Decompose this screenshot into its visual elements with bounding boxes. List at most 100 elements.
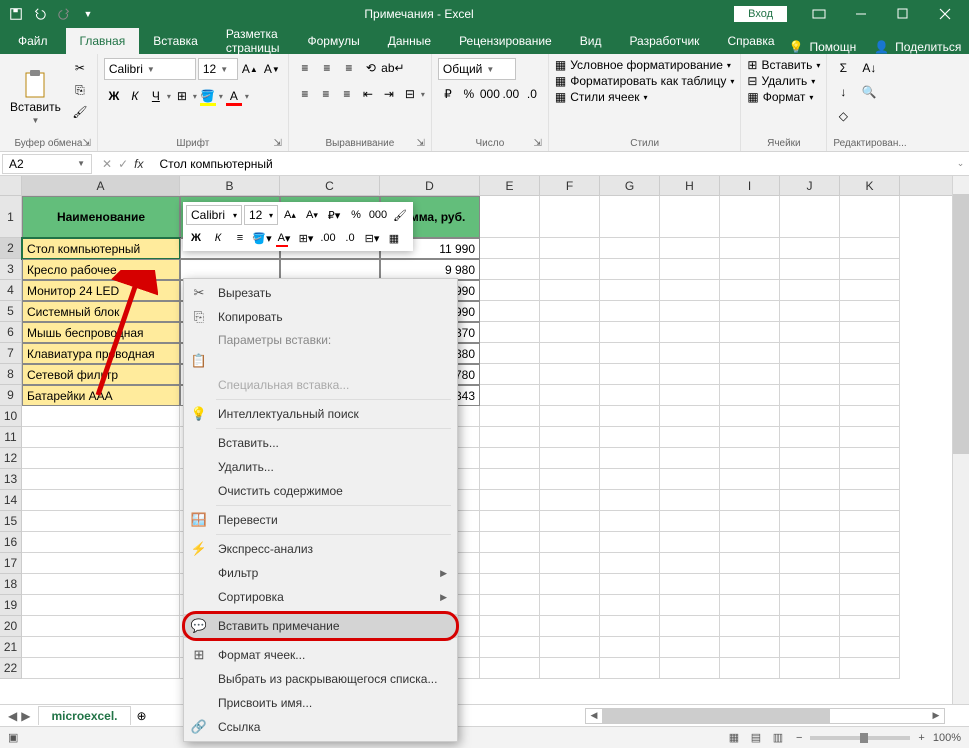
tab-view[interactable]: Вид (566, 28, 616, 54)
accept-formula-icon[interactable]: ✓ (118, 157, 128, 171)
cell[interactable] (660, 196, 720, 238)
col-header-g[interactable]: G (600, 176, 660, 195)
cell[interactable] (720, 196, 780, 238)
ctx-define-name[interactable]: Присвоить имя... (184, 691, 457, 715)
ribbon-options-icon[interactable] (799, 0, 839, 28)
mini-merge-icon[interactable]: ⊟▾ (362, 228, 382, 248)
cell[interactable] (660, 259, 720, 280)
record-macro-icon[interactable]: ▣ (8, 731, 18, 744)
number-launcher[interactable]: ⇲ (534, 138, 542, 149)
row-header[interactable]: 1 (0, 196, 22, 238)
share-button[interactable]: Поделиться (895, 40, 961, 54)
ctx-quick-analysis[interactable]: ⚡Экспресс-анализ (184, 537, 457, 561)
cell[interactable] (480, 511, 540, 532)
cell[interactable] (22, 553, 180, 574)
mini-font-color-icon[interactable]: A▾ (274, 228, 294, 248)
cell[interactable] (480, 259, 540, 280)
cell[interactable] (600, 574, 660, 595)
cell[interactable] (660, 616, 720, 637)
cell[interactable] (480, 637, 540, 658)
expand-formula-bar-icon[interactable]: ⌄ (952, 158, 969, 169)
cell[interactable] (540, 448, 600, 469)
cell[interactable] (840, 364, 900, 385)
cell[interactable] (660, 469, 720, 490)
cell[interactable] (720, 238, 780, 259)
cell[interactable] (720, 616, 780, 637)
cell[interactable] (840, 301, 900, 322)
cell[interactable] (720, 637, 780, 658)
mini-format-painter-icon[interactable]: 🖌 (390, 205, 410, 225)
cell[interactable] (600, 616, 660, 637)
cut-icon[interactable]: ✂ (69, 58, 91, 78)
cell[interactable] (22, 406, 180, 427)
cell[interactable] (780, 658, 840, 679)
cell[interactable] (600, 343, 660, 364)
accounting-icon[interactable]: ₽ (438, 84, 458, 104)
mini-accounting-icon[interactable]: ₽▾ (324, 205, 344, 225)
col-header-e[interactable]: E (480, 176, 540, 195)
cell[interactable] (780, 427, 840, 448)
ctx-delete[interactable]: Удалить... (184, 455, 457, 479)
font-size-combo[interactable]: 12▼ (198, 58, 238, 80)
mini-cond-format-icon[interactable]: ▦ (384, 228, 404, 248)
cell[interactable]: Наименование (22, 196, 180, 238)
row-header[interactable]: 14 (0, 490, 22, 511)
ctx-cut[interactable]: ✂Вырезать (184, 281, 457, 305)
underline-button[interactable]: Ч (146, 86, 166, 106)
row-header[interactable]: 13 (0, 469, 22, 490)
mini-dec-decimal-icon[interactable]: .0 (340, 228, 360, 248)
tab-help[interactable]: Справка (713, 28, 788, 54)
bold-button[interactable]: Ж (104, 86, 124, 106)
cell[interactable] (780, 406, 840, 427)
formula-input[interactable]: Стол компьютерный (153, 157, 952, 171)
row-header[interactable]: 17 (0, 553, 22, 574)
col-header-i[interactable]: I (720, 176, 780, 195)
row-header[interactable]: 12 (0, 448, 22, 469)
cell[interactable] (600, 280, 660, 301)
cell-styles-button[interactable]: ▦Стили ячеек▾ (555, 90, 735, 104)
cell[interactable] (540, 364, 600, 385)
cell[interactable] (540, 280, 600, 301)
cell[interactable] (840, 196, 900, 238)
row-header[interactable]: 2 (0, 238, 22, 259)
col-header-h[interactable]: H (660, 176, 720, 195)
fill-color-icon[interactable]: 🪣 (198, 86, 218, 106)
cell[interactable] (660, 385, 720, 406)
row-header[interactable]: 15 (0, 511, 22, 532)
cell[interactable] (780, 259, 840, 280)
cell[interactable] (600, 196, 660, 238)
tab-developer[interactable]: Разработчик (615, 28, 713, 54)
row-header[interactable]: 4 (0, 280, 22, 301)
cell[interactable] (540, 637, 600, 658)
indent-increase-icon[interactable]: ⇥ (379, 84, 399, 104)
insert-cells-button[interactable]: ⊞Вставить▾ (747, 58, 820, 72)
cell[interactable]: Мышь беспроводная (22, 322, 180, 343)
mini-percent-icon[interactable]: % (346, 205, 366, 225)
row-header[interactable]: 6 (0, 322, 22, 343)
grow-font-icon[interactable]: A▲ (240, 59, 260, 79)
cell[interactable] (780, 574, 840, 595)
cell[interactable] (480, 301, 540, 322)
cell[interactable] (660, 511, 720, 532)
cell[interactable] (480, 574, 540, 595)
cell[interactable] (660, 574, 720, 595)
cell[interactable] (480, 406, 540, 427)
cell[interactable] (540, 595, 600, 616)
maximize-button[interactable] (883, 0, 923, 28)
cell[interactable] (720, 322, 780, 343)
cell[interactable] (22, 637, 180, 658)
zoom-level[interactable]: 100% (933, 732, 961, 744)
mini-font-combo[interactable]: Calibri▾ (186, 205, 242, 225)
cell[interactable] (600, 322, 660, 343)
cell[interactable] (780, 637, 840, 658)
cell[interactable] (540, 616, 600, 637)
copy-icon[interactable]: ⎘ (69, 80, 91, 100)
ctx-sort[interactable]: Сортировка▶ (184, 585, 457, 609)
cell[interactable]: 9 980 (380, 259, 480, 280)
cell[interactable] (840, 490, 900, 511)
cell[interactable] (600, 427, 660, 448)
row-header[interactable]: 7 (0, 343, 22, 364)
cell[interactable] (540, 532, 600, 553)
cell[interactable] (540, 385, 600, 406)
cancel-formula-icon[interactable]: ✕ (102, 157, 112, 171)
